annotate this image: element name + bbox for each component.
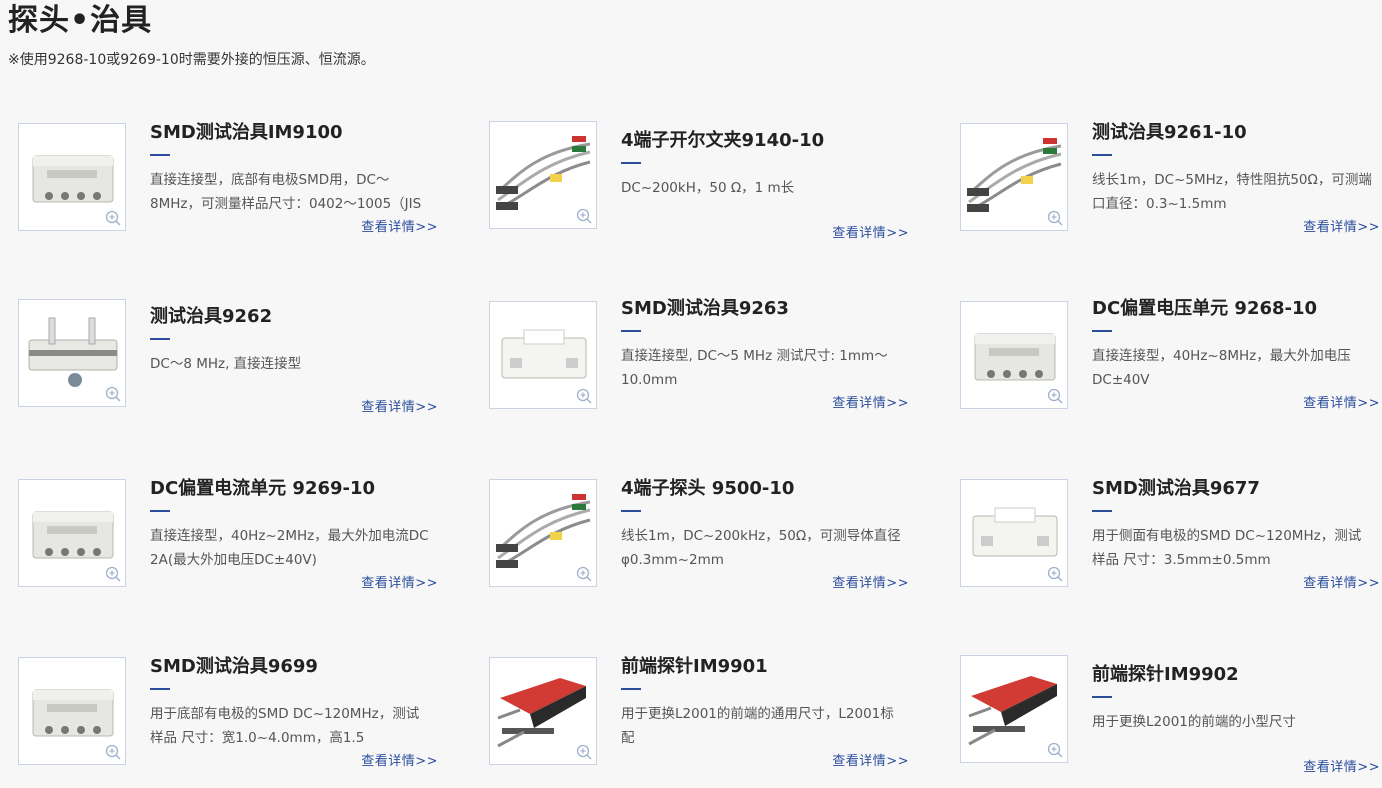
product-description: DC～8 MHz, 直接连接型 [150,356,302,372]
product-description: 直接连接型，底部有电极SMD用，DC～8MHz，可测量样品尺寸：0402～100… [150,172,422,212]
view-details-link[interactable]: 查看详情>> [361,572,438,591]
product-image[interactable] [489,301,597,409]
zoom-icon[interactable] [1047,566,1063,582]
view-details-link[interactable]: 查看详情>> [361,216,438,235]
title-underline [1092,154,1112,156]
product-description: 直接连接型，40Hz~2MHz，最大外加电流DC 2A(最大外加电压DC±40V… [150,528,429,568]
title-underline [150,510,170,512]
product-image[interactable] [960,655,1068,763]
product-name[interactable]: DC偏置电流单元 9269-10 [150,478,430,500]
product-description: 用于侧面有电极的SMD DC~120MHz，测试样品 尺寸：3.5mm±0.5m… [1092,528,1362,568]
title-underline [1092,510,1112,512]
product-card[interactable]: 测试治具9262 DC～8 MHz, 直接连接型 查看详情>> [18,296,438,416]
product-image[interactable] [960,301,1068,409]
product-name[interactable]: SMD测试治具9263 [621,298,901,320]
product-card[interactable]: DC偏置电流单元 9269-10 直接连接型，40Hz~2MHz，最大外加电流D… [18,478,438,598]
view-details-link[interactable]: 查看详情>> [361,396,438,415]
product-description: 直接连接型, DC～5 MHz 测试尺寸: 1mm～10.0mm [621,348,888,388]
product-card[interactable]: 前端探针IM9902 用于更换L2001的前端的小型尺寸 查看详情>> [960,655,1380,776]
product-image[interactable] [18,479,126,587]
title-underline [1092,330,1112,332]
product-card[interactable]: 前端探针IM9901 用于更换L2001的前端的通用尺寸，L2001标配 查看详… [489,656,909,776]
title-underline [150,688,170,690]
product-name[interactable]: SMD测试治具9699 [150,656,430,678]
product-card[interactable]: SMD测试治具9677 用于侧面有电极的SMD DC~120MHz，测试样品 尺… [960,478,1380,598]
product-name[interactable]: 测试治具9261-10 [1092,122,1372,144]
zoom-icon[interactable] [576,208,592,224]
product-description: 用于底部有电极的SMD DC~120MHz，测试样品 尺寸：宽1.0~4.0mm… [150,706,420,746]
product-card[interactable]: 4端子探头 9500-10 线长1m，DC~200kHz，50Ω，可测导体直径φ… [489,478,909,598]
zoom-icon[interactable] [576,744,592,760]
zoom-icon[interactable] [105,386,121,402]
zoom-icon[interactable] [576,566,592,582]
view-details-link[interactable]: 查看详情>> [832,750,909,769]
product-image[interactable] [18,299,126,407]
zoom-icon[interactable] [1047,742,1063,758]
product-description: 线长1m，DC~200kHz，50Ω，可测导体直径φ0.3mm~2mm [621,528,901,568]
product-image[interactable] [18,123,126,231]
product-description: 直接连接型，40Hz~8MHz，最大外加电压DC±40V [1092,348,1351,388]
product-card[interactable]: SMD测试治具IM9100 直接连接型，底部有电极SMD用，DC～8MHz，可测… [18,122,438,242]
product-name[interactable]: 前端探针IM9901 [621,656,901,678]
title-underline [621,330,641,332]
view-details-link[interactable]: 查看详情>> [1303,216,1380,235]
title-underline [621,510,641,512]
view-details-link[interactable]: 查看详情>> [832,392,909,411]
product-name[interactable]: DC偏置电压单元 9268-10 [1092,298,1372,320]
product-name[interactable]: 4端子开尔文夹9140-10 [621,130,901,152]
product-image[interactable] [489,121,597,229]
title-underline [150,154,170,156]
product-card[interactable]: SMD测试治具9699 用于底部有电极的SMD DC~120MHz，测试样品 尺… [18,656,438,776]
view-details-link[interactable]: 查看详情>> [1303,572,1380,591]
zoom-icon[interactable] [105,744,121,760]
title-underline [621,688,641,690]
product-name[interactable]: SMD测试治具9677 [1092,478,1372,500]
zoom-icon[interactable] [105,210,121,226]
product-description: 用于更换L2001的前端的通用尺寸，L2001标配 [621,706,894,746]
product-description: DC~200kH，50 Ω，1 m长 [621,180,795,196]
zoom-icon[interactable] [1047,388,1063,404]
product-image[interactable] [489,657,597,765]
view-details-link[interactable]: 查看详情>> [361,750,438,769]
product-image[interactable] [489,479,597,587]
product-card[interactable]: 测试治具9261-10 线长1m，DC~5MHz，特性阻抗50Ω，可测端口直径：… [960,122,1380,242]
product-card[interactable]: SMD测试治具9263 直接连接型, DC～5 MHz 测试尺寸: 1mm～10… [489,296,909,416]
product-image[interactable] [18,657,126,765]
product-description: 用于更换L2001的前端的小型尺寸 [1092,714,1296,730]
view-details-link[interactable]: 查看详情>> [832,222,909,241]
view-details-link[interactable]: 查看详情>> [1303,756,1380,775]
product-image[interactable] [960,479,1068,587]
product-name[interactable]: 前端探针IM9902 [1092,664,1372,686]
title-underline [621,162,641,164]
product-card[interactable]: DC偏置电压单元 9268-10 直接连接型，40Hz~8MHz，最大外加电压D… [960,296,1380,416]
product-name[interactable]: 测试治具9262 [150,306,430,328]
title-underline [150,338,170,340]
product-image[interactable] [960,123,1068,231]
view-details-link[interactable]: 查看详情>> [832,572,909,591]
page-note: ※使用9268-10或9269-10时需要外接的恒压源、恒流源。 [8,52,375,68]
page-title: 探头•治具 [8,3,153,38]
product-name[interactable]: 4端子探头 9500-10 [621,478,901,500]
product-card[interactable]: 4端子开尔文夹9140-10 DC~200kH，50 Ω，1 m长 查看详情>> [489,121,909,242]
product-description: 线长1m，DC~5MHz，特性阻抗50Ω，可测端口直径：0.3~1.5mm [1092,172,1372,212]
zoom-icon[interactable] [105,566,121,582]
zoom-icon[interactable] [1047,210,1063,226]
product-name[interactable]: SMD测试治具IM9100 [150,122,430,144]
title-underline [1092,696,1112,698]
zoom-icon[interactable] [576,388,592,404]
view-details-link[interactable]: 查看详情>> [1303,392,1380,411]
